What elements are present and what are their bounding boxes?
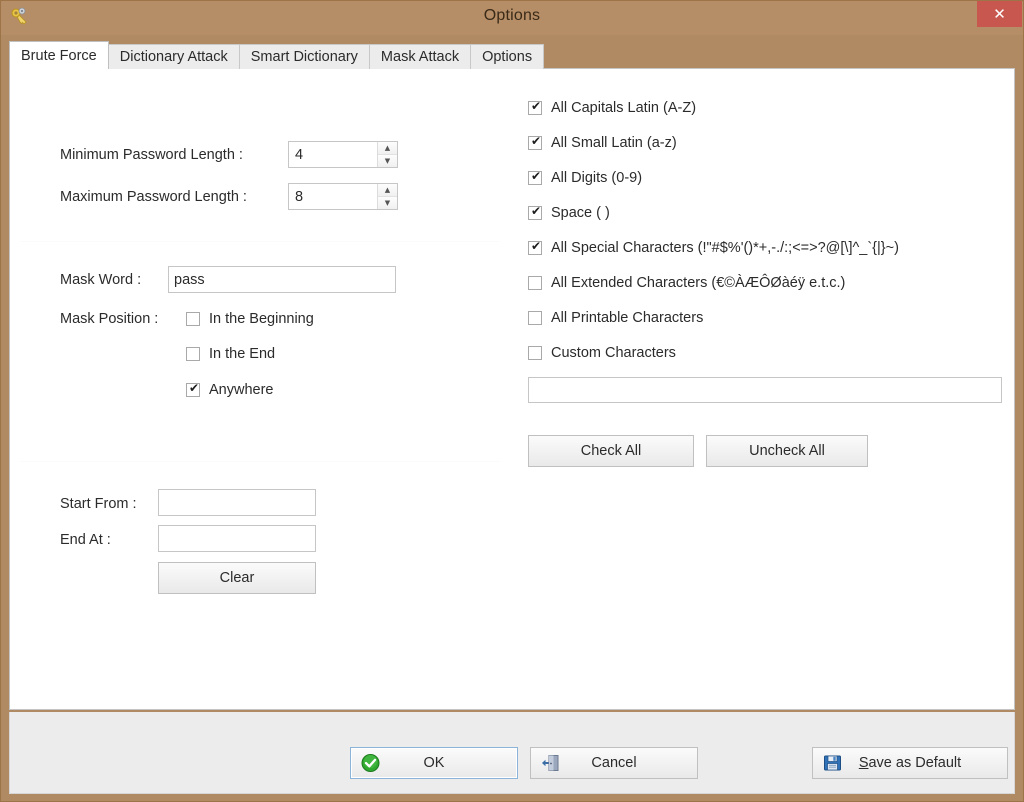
cancel-button-label: Cancel bbox=[591, 755, 637, 771]
stepper-up-icon[interactable]: ▲ bbox=[378, 142, 397, 155]
stepper-up-icon[interactable]: ▲ bbox=[378, 184, 397, 197]
dialog-footer: OK Cancel Save as Default bbox=[9, 712, 1015, 794]
exit-door-icon bbox=[541, 754, 560, 773]
tab-label: Options bbox=[482, 49, 533, 65]
tab-label: Brute Force bbox=[21, 47, 97, 64]
ok-button-label: OK bbox=[423, 755, 445, 771]
checkbox-icon[interactable] bbox=[528, 346, 542, 360]
mask-word-label: Mask Word : bbox=[60, 272, 142, 288]
checkbox-label: All Extended Characters (€©ÀÆÔØàéÿ e.t.c… bbox=[551, 275, 846, 291]
checkbox-icon[interactable] bbox=[528, 134, 543, 150]
ok-button[interactable]: OK bbox=[350, 747, 518, 779]
close-button[interactable]: ✕ bbox=[977, 1, 1022, 27]
section-divider-2 bbox=[20, 461, 500, 462]
clear-button[interactable]: Clear bbox=[158, 562, 316, 594]
checkbox-label: All Capitals Latin (A-Z) bbox=[551, 100, 697, 116]
start-from-label: Start From : bbox=[60, 496, 137, 512]
check-all-button-label: Check All bbox=[580, 443, 642, 459]
charset-all-special-characters[interactable]: All Special Characters (!"#$%'()*+,-./:;… bbox=[528, 239, 899, 256]
end-at-input[interactable] bbox=[158, 525, 316, 552]
minimum-password-length-value: 4 bbox=[295, 146, 304, 163]
checkbox-label: All Special Characters (!"#$%'()*+,-./:;… bbox=[551, 240, 899, 256]
uncheck-all-button[interactable]: Uncheck All bbox=[706, 435, 868, 467]
checkbox-label: In the End bbox=[209, 346, 276, 362]
maximum-password-length-value: 8 bbox=[295, 188, 304, 205]
checkbox-icon[interactable] bbox=[186, 312, 200, 326]
tab-label: Smart Dictionary bbox=[250, 49, 358, 65]
options-dialog-window: Options ✕ Brute Force Dictionary Attack … bbox=[0, 0, 1024, 802]
tab-dictionary-attack[interactable]: Dictionary Attack bbox=[107, 44, 240, 69]
tab-mask-attack[interactable]: Mask Attack bbox=[368, 44, 472, 69]
mask-word-input[interactable]: pass bbox=[168, 266, 396, 293]
end-at-label: End At : bbox=[60, 532, 111, 548]
close-icon: ✕ bbox=[993, 4, 1006, 23]
checkbox-label: In the Beginning bbox=[209, 311, 314, 327]
mask-position-label: Mask Position : bbox=[60, 311, 159, 327]
charset-custom-characters[interactable]: Custom Characters bbox=[528, 345, 676, 361]
checkbox-icon[interactable] bbox=[528, 169, 543, 185]
charset-all-extended-characters[interactable]: All Extended Characters (€©ÀÆÔØàéÿ e.t.c… bbox=[528, 275, 845, 291]
checkbox-label: Space ( ) bbox=[551, 205, 610, 221]
checkbox-icon[interactable] bbox=[528, 204, 543, 220]
stepper-down-icon[interactable]: ▼ bbox=[378, 155, 397, 167]
custom-characters-input[interactable] bbox=[528, 377, 1002, 403]
cancel-button[interactable]: Cancel bbox=[530, 747, 698, 779]
uncheck-all-button-label: Uncheck All bbox=[749, 443, 825, 459]
charset-all-printable-characters[interactable]: All Printable Characters bbox=[528, 310, 703, 326]
minimum-password-length-stepper[interactable]: 4 ▲ ▼ bbox=[288, 141, 398, 168]
title-bar: Options ✕ bbox=[1, 1, 1023, 35]
charset-all-digits[interactable]: All Digits (0-9) bbox=[528, 169, 643, 186]
stepper-buttons[interactable]: ▲ ▼ bbox=[377, 184, 397, 209]
stepper-buttons[interactable]: ▲ ▼ bbox=[377, 142, 397, 167]
charset-all-capitals-latin[interactable]: All Capitals Latin (A-Z) bbox=[528, 99, 697, 116]
tab-label: Mask Attack bbox=[380, 49, 460, 65]
tab-brute-force[interactable]: Brute Force bbox=[9, 41, 109, 69]
mask-word-value: pass bbox=[174, 271, 205, 288]
maximum-password-length-label: Maximum Password Length : bbox=[60, 189, 247, 205]
checkbox-icon[interactable] bbox=[528, 99, 543, 115]
checkbox-label: All Small Latin (a-z) bbox=[551, 135, 677, 151]
mask-position-anywhere[interactable]: Anywhere bbox=[186, 381, 274, 398]
tab-smart-dictionary[interactable]: Smart Dictionary bbox=[238, 44, 370, 69]
start-from-input[interactable] bbox=[158, 489, 316, 516]
save-as-default-button[interactable]: Save as Default bbox=[812, 747, 1008, 779]
minimum-password-length-label: Minimum Password Length : bbox=[60, 147, 243, 163]
checkbox-label: All Digits (0-9) bbox=[551, 170, 643, 186]
mask-position-in-the-end[interactable]: In the End bbox=[186, 346, 275, 362]
checkbox-icon[interactable] bbox=[528, 311, 542, 325]
charset-all-small-latin[interactable]: All Small Latin (a-z) bbox=[528, 134, 677, 151]
checkbox-icon[interactable] bbox=[528, 239, 543, 255]
section-divider-1 bbox=[20, 241, 500, 242]
charset-space[interactable]: Space ( ) bbox=[528, 204, 610, 221]
clear-button-label: Clear bbox=[219, 570, 255, 586]
mask-position-in-the-beginning[interactable]: In the Beginning bbox=[186, 311, 314, 327]
check-all-button[interactable]: Check All bbox=[528, 435, 694, 467]
window-title: Options bbox=[483, 7, 541, 24]
checkbox-icon[interactable] bbox=[186, 347, 200, 361]
checkbox-icon[interactable] bbox=[528, 276, 542, 290]
tab-label: Dictionary Attack bbox=[119, 49, 228, 65]
tab-strip: Brute Force Dictionary Attack Smart Dict… bbox=[9, 41, 545, 69]
stepper-down-icon[interactable]: ▼ bbox=[378, 197, 397, 209]
tab-options[interactable]: Options bbox=[470, 44, 545, 69]
checkbox-label: All Printable Characters bbox=[551, 310, 704, 326]
checkbox-label: Anywhere bbox=[209, 382, 274, 398]
maximum-password-length-stepper[interactable]: 8 ▲ ▼ bbox=[288, 183, 398, 210]
green-check-icon bbox=[361, 754, 380, 773]
checkbox-label: Custom Characters bbox=[551, 345, 676, 361]
save-as-default-rest: ave as Default bbox=[868, 755, 962, 771]
checkbox-icon[interactable] bbox=[186, 381, 201, 397]
floppy-save-icon bbox=[823, 754, 842, 773]
save-as-default-button-label: Save as Default bbox=[859, 755, 961, 771]
brute-force-panel: Minimum Password Length : 4 ▲ ▼ Maximum … bbox=[9, 68, 1015, 710]
